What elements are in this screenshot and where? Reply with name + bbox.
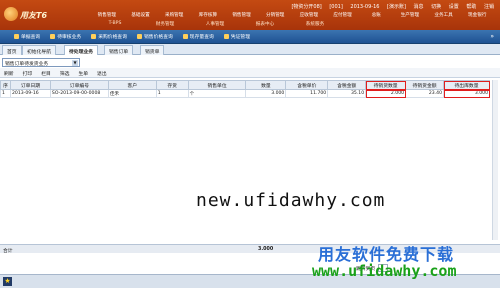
settings-link[interactable]: 设置 — [449, 4, 459, 10]
shortcut-item[interactable]: 采购价格查询 — [91, 33, 127, 40]
menu-item[interactable]: 基础设置 — [124, 12, 158, 20]
col-header[interactable]: 订单日期 — [9, 80, 51, 90]
cell: 23.40 — [405, 89, 445, 98]
col-header[interactable]: 存货 — [155, 80, 189, 90]
expand-arrow-icon[interactable]: » — [490, 33, 494, 40]
cell: 佳禾 — [107, 89, 157, 98]
header-status: [物资分开08] [001] 2013-09-16 [演示账] 消息 切换 设置… — [285, 3, 494, 10]
columns-button[interactable]: 栏目 — [41, 70, 51, 77]
shortcut-item[interactable]: 销售价格查询 — [137, 33, 173, 40]
document-icon — [50, 34, 56, 39]
menu-item[interactable]: 销售管理 — [90, 12, 124, 20]
logo-mark — [4, 7, 18, 21]
document-icon — [223, 34, 229, 39]
menu-item[interactable]: 现金银行 — [460, 12, 494, 20]
cell: 35.10 — [327, 89, 367, 98]
document-icon — [137, 34, 142, 39]
menu-item[interactable]: 应付管理 — [326, 12, 360, 20]
login-date: 2013-09-16 — [350, 4, 380, 10]
col-header-highlighted[interactable]: 待销货数量 — [365, 80, 407, 90]
exit-button[interactable]: 退出 — [97, 70, 107, 77]
sub-menu: T-BPS 财务管理 人事管理 报表中心 系统服务 — [90, 21, 340, 29]
cell-highlighted: 3.000 — [443, 89, 490, 98]
main-menu: 销售管理 基础设置 采购管理 库存核算 销售管理 分销管理 应收管理 应付管理 … — [90, 12, 494, 20]
refresh-button[interactable]: 刷新 — [4, 70, 14, 77]
tab-bar: 首页 初始化导航 待处理业务 销售订单 销货单 — [0, 44, 500, 55]
generate-button[interactable]: 生单 — [78, 70, 88, 77]
product-logo: 用友T6 — [4, 5, 76, 25]
document-icon — [91, 34, 97, 39]
company-status: [物资分开08] — [291, 4, 322, 10]
table-row[interactable]: 1 2013-09-16 SO-2013-09-00-0008 佳禾 1 个 3… — [0, 89, 490, 98]
cell: 个 — [187, 89, 247, 98]
message-link[interactable]: 消息 — [414, 4, 424, 10]
col-header[interactable]: 销售单位 — [187, 80, 247, 90]
cell: 11.700 — [285, 89, 329, 98]
menu-item[interactable]: 采购管理 — [157, 12, 191, 20]
chevron-down-icon[interactable]: ▼ — [72, 60, 78, 66]
brand-url: www.ufidawhy.com — [312, 262, 457, 280]
cell: 2013-09-16 — [9, 89, 51, 98]
account-code: [001] — [329, 4, 343, 10]
submenu-item[interactable]: 财务管理 — [140, 21, 190, 29]
col-header[interactable]: 订单编号 — [49, 80, 109, 90]
col-header[interactable]: 含税金额 — [327, 80, 367, 90]
menu-item[interactable]: 库存核算 — [191, 12, 225, 20]
tab-init-guide[interactable]: 初始化导航 — [22, 45, 56, 55]
col-header[interactable]: 序 — [0, 80, 11, 90]
col-header[interactable]: 含税单价 — [285, 80, 329, 90]
col-header[interactable]: 客户 — [107, 80, 157, 90]
submenu-item[interactable]: T-BPS — [90, 21, 140, 29]
submenu-item[interactable]: 系统服务 — [290, 21, 340, 29]
col-header-highlighted[interactable]: 待出库数量 — [443, 80, 490, 90]
logo-text: 用友T6 — [20, 11, 48, 20]
menu-item[interactable]: 生产管理 — [393, 12, 427, 20]
submenu-item[interactable]: 报表中心 — [240, 21, 290, 29]
menu-item[interactable]: 销售管理 — [225, 12, 259, 20]
tab-delivery[interactable]: 销货单 — [140, 45, 165, 55]
submenu-item[interactable]: 人事管理 — [190, 21, 240, 29]
menu-item[interactable]: 业务工具 — [427, 12, 461, 20]
shortcut-item[interactable]: 单据查询 — [14, 33, 40, 40]
help-link[interactable]: 帮助 — [466, 4, 476, 10]
cell: 3.000 — [245, 89, 287, 98]
summary-label: 合计 — [3, 249, 13, 254]
menu-item[interactable]: 应收管理 — [292, 12, 326, 20]
business-filter-select[interactable]: 销售订单待发货业务 ▼ — [2, 58, 80, 67]
favorite-star-icon[interactable]: ★ — [3, 277, 12, 286]
watermark-url: new.ufidawhy.com — [196, 190, 386, 211]
document-icon — [182, 34, 188, 39]
summary-qty: 3.000 — [258, 247, 274, 252]
cell: SO-2013-09-00-0008 — [49, 89, 109, 98]
data-grid: 序 订单日期 订单编号 客户 存货 销售单位 数量 含税单价 含税金额 待销货数… — [0, 80, 500, 240]
cell: 1 — [155, 89, 189, 98]
grid-header-row: 序 订单日期 订单编号 客户 存货 销售单位 数量 含税单价 含税金额 待销货数… — [0, 80, 490, 90]
toolbar: 刷新 打印 栏目 筛选 生单 退出 — [0, 68, 500, 78]
tab-sales-order[interactable]: 销售订单 — [104, 45, 134, 55]
top-header: 用友T6 [物资分开08] [001] 2013-09-16 [演示账] 消息 … — [0, 0, 500, 30]
account-name: [演示账] — [387, 4, 406, 10]
shortcut-item[interactable]: 现存量查询 — [182, 33, 214, 40]
logout-link[interactable]: 注销 — [484, 4, 494, 10]
document-icon — [14, 34, 19, 39]
print-button[interactable]: 打印 — [23, 70, 33, 77]
menu-item[interactable]: 总账 — [359, 12, 393, 20]
cell-highlighted: 2.000 — [365, 89, 407, 98]
tab-pending[interactable]: 待处理业务 — [64, 45, 98, 55]
menu-item[interactable]: 分销管理 — [258, 12, 292, 20]
col-header[interactable]: 数量 — [245, 80, 287, 90]
switch-link[interactable]: 切换 — [431, 4, 441, 10]
tab-home[interactable]: 首页 — [2, 45, 22, 55]
vertical-scrollbar[interactable] — [492, 80, 498, 240]
col-header[interactable]: 待销货金额 — [405, 80, 445, 90]
filter-value: 销售订单待发货业务 — [5, 62, 49, 67]
cell: 1 — [0, 89, 11, 98]
filter-button[interactable]: 筛选 — [60, 70, 70, 77]
shortcut-item[interactable]: 待审核业务 — [50, 33, 81, 40]
shortcut-bar: 单据查询 待审核业务 采购价格查询 销售价格查询 现存量查询 凭证管理 » — [0, 30, 500, 44]
shortcut-item[interactable]: 凭证管理 — [223, 33, 250, 40]
